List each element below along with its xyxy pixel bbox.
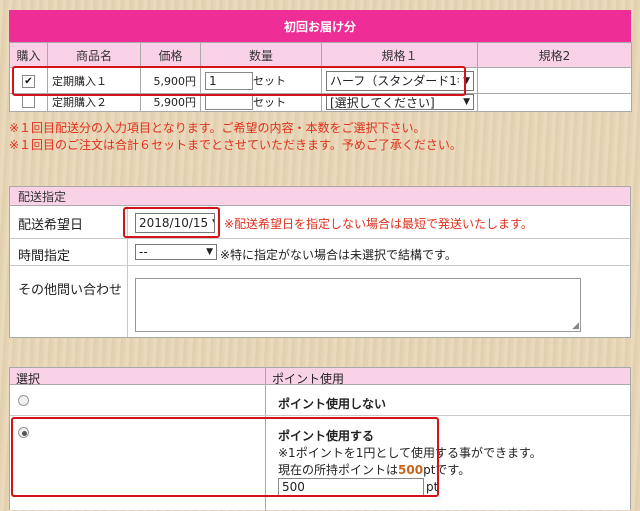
product-price: 5,900円 bbox=[140, 93, 201, 112]
delivery-section: 配送指定 配送希望日 2018/10/15▼ ※配送希望日を指定しない場合は最短… bbox=[9, 186, 631, 338]
order-title-bar: 初回お届け分 bbox=[9, 10, 631, 42]
delivery-time-label: 時間指定 bbox=[18, 249, 71, 264]
order-note-2: ※１回目のご注文は合計６セットまでとさせていただきます。予めご了承ください。 bbox=[9, 138, 462, 152]
header-purchase: 購入 bbox=[9, 42, 48, 68]
spec1-value: [選択してください] bbox=[330, 95, 435, 110]
delivery-date-row: 配送希望日 2018/10/15▼ ※配送希望日を指定しない場合は最短で発送いた… bbox=[10, 206, 630, 239]
table-row: 定期購入２ 5,900円 セット [選択してください] ▼ bbox=[9, 93, 632, 112]
points-option-none-row: ポイント使用しない bbox=[10, 386, 630, 416]
points-none-radio[interactable] bbox=[18, 395, 29, 406]
delivery-time-note: ※特に指定がない場合は未選択で結構です。 bbox=[220, 248, 457, 262]
spec2-cell bbox=[477, 67, 632, 94]
delivery-section-title: 配送指定 bbox=[10, 187, 630, 206]
header-spec2: 規格2 bbox=[477, 42, 632, 68]
quantity-input[interactable] bbox=[205, 95, 253, 110]
header-price: 価格 bbox=[140, 42, 201, 68]
header-spec1: 規格１ bbox=[321, 42, 478, 68]
delivery-time-select[interactable]: -- ▼ bbox=[135, 244, 217, 260]
inquiry-row: その他問い合わせ ◢ bbox=[10, 267, 630, 337]
order-table-header: 購入 商品名 価格 数量 規格１ 規格2 bbox=[9, 42, 632, 68]
delivery-date-label: 配送希望日 bbox=[18, 218, 84, 233]
header-quantity: 数量 bbox=[200, 42, 322, 68]
points-header: 選択 ポイント使用 bbox=[10, 368, 630, 386]
inquiry-textarea[interactable]: ◢ bbox=[135, 278, 581, 332]
inquiry-label: その他問い合わせ bbox=[18, 283, 123, 298]
delivery-time-row: 時間指定 -- ▼ ※特に指定がない場合は未選択で結構です。 bbox=[10, 240, 630, 266]
delivery-time-value: -- bbox=[139, 245, 148, 259]
header-product: 商品名 bbox=[47, 42, 141, 68]
order-title: 初回お届け分 bbox=[283, 19, 356, 34]
chevron-down-icon: ▼ bbox=[206, 247, 213, 257]
resize-handle-icon[interactable]: ◢ bbox=[572, 321, 579, 331]
row-highlight-frame bbox=[12, 66, 466, 96]
quantity-unit: セット bbox=[253, 96, 286, 109]
spec1-select[interactable]: [選択してください] ▼ bbox=[326, 94, 474, 110]
order-note-1: ※１回目配送分の入力項目となります。ご希望の内容・本数をご選択下さい。 bbox=[9, 121, 426, 135]
chevron-down-icon: ▼ bbox=[463, 97, 470, 107]
points-none-label: ポイント使用しない bbox=[278, 397, 387, 411]
delivery-date-note: ※配送希望日を指定しない場合は最短で発送いたします。 bbox=[224, 217, 533, 231]
points-col-select: 選択 bbox=[16, 372, 41, 386]
points-col-use: ポイント使用 bbox=[272, 372, 345, 386]
date-highlight-frame bbox=[123, 207, 220, 238]
spec2-cell bbox=[477, 93, 632, 112]
product-name: 定期購入２ bbox=[47, 93, 141, 112]
purchase-checkbox[interactable] bbox=[22, 95, 35, 108]
points-highlight-frame bbox=[11, 417, 439, 497]
